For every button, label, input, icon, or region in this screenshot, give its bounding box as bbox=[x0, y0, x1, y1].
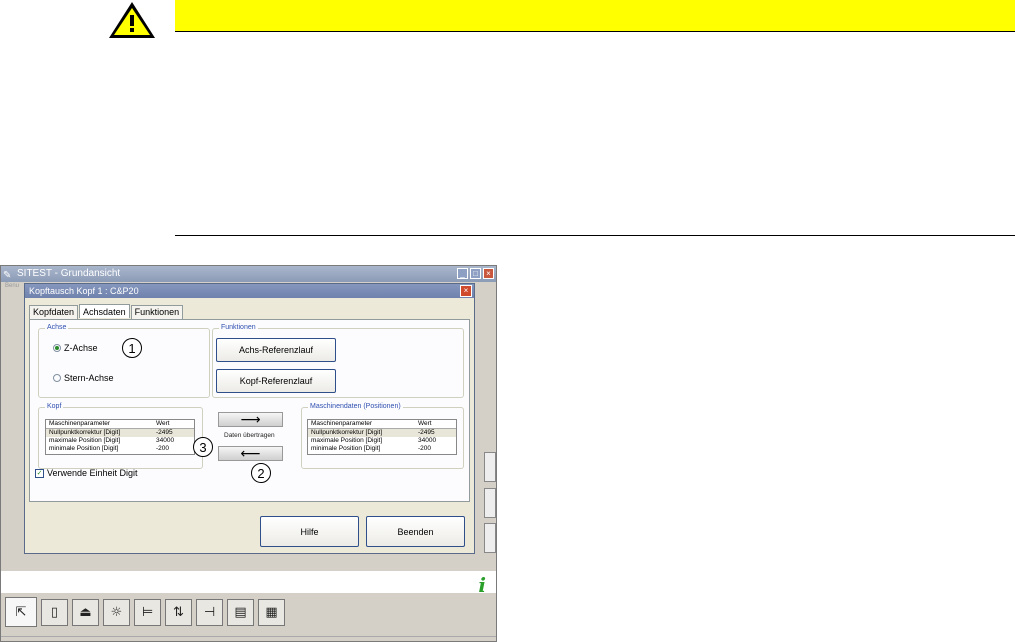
table-row[interactable]: Nullpunktkorrektur [Digit] -2495 bbox=[308, 429, 456, 437]
status-line bbox=[1, 636, 496, 637]
table-cell: minimale Position [Digit] bbox=[49, 445, 119, 452]
achse-group: Achse Z-Achse Stern-Achse bbox=[38, 323, 210, 398]
table-row[interactable]: minimale Position [Digit] -200 bbox=[308, 445, 456, 453]
grid-icon[interactable]: ▤ bbox=[227, 598, 254, 626]
sun-icon[interactable]: ☼ bbox=[103, 598, 130, 626]
pointer-icon[interactable]: ⇱ bbox=[5, 597, 37, 627]
dialog-titlebar: Kopftausch Kopf 1 : C&P20 × bbox=[25, 284, 474, 298]
transfer-left-button[interactable]: ⟵ bbox=[218, 446, 283, 461]
table-row[interactable]: minimale Position [Digit] -200 bbox=[46, 445, 194, 453]
column-header: Maschinenparameter bbox=[49, 420, 111, 427]
radio-z-achse[interactable]: Z-Achse bbox=[53, 343, 98, 353]
lift-icon[interactable]: ⇅ bbox=[165, 598, 192, 626]
kopftausch-dialog: Kopftausch Kopf 1 : C&P20 × Kopfdaten Ac… bbox=[24, 283, 475, 554]
table-cell: Nullpunktkorrektur [Digit] bbox=[311, 429, 383, 436]
table-cell: Nullpunktkorrektur [Digit] bbox=[49, 429, 121, 436]
table-cell: 34000 bbox=[156, 437, 175, 444]
column-header: Maschinenparameter bbox=[311, 420, 373, 427]
callout-1: 1 bbox=[122, 338, 142, 358]
verwende-digit-checkbox[interactable]: ✓ Verwende Einheit Digit bbox=[35, 468, 138, 478]
beenden-button[interactable]: Beenden bbox=[366, 516, 465, 547]
conveyor-icon[interactable]: ⊨ bbox=[134, 598, 161, 626]
dialog-title: Kopftausch Kopf 1 : C&P20 bbox=[29, 286, 139, 296]
table-header: Maschinenparameter Wert bbox=[46, 420, 194, 429]
radio-label: Stern-Achse bbox=[64, 373, 114, 383]
warning-triangle-icon bbox=[109, 2, 155, 38]
table-cell: maximale Position [Digit] bbox=[311, 437, 383, 444]
transfer-label: Daten übertragen bbox=[224, 432, 275, 439]
radio-label: Z-Achse bbox=[64, 343, 98, 353]
app-title: SITEST - Grundansicht bbox=[17, 268, 121, 279]
minimize-button[interactable]: _ bbox=[457, 268, 468, 279]
dialog-close-button[interactable]: × bbox=[460, 285, 472, 297]
warning-bar bbox=[175, 0, 1015, 32]
kopf-table: Maschinenparameter Wert Nullpunktkorrekt… bbox=[45, 419, 195, 455]
radio-stern-achse[interactable]: Stern-Achse bbox=[53, 373, 114, 383]
column-header: Wert bbox=[418, 420, 432, 427]
transfer-right-button[interactable]: ⟶ bbox=[218, 412, 283, 427]
table-header: Maschinenparameter Wert bbox=[308, 420, 456, 429]
matrix-icon[interactable]: ▦ bbox=[258, 598, 285, 626]
table-cell: -200 bbox=[418, 445, 432, 452]
kopf-group-label: Kopf bbox=[45, 402, 64, 412]
achse-group-label: Achse bbox=[45, 323, 69, 333]
side-button[interactable] bbox=[484, 452, 496, 482]
maschinendaten-group: Maschinendaten (Positionen) Maschinenpar… bbox=[301, 402, 464, 469]
press-icon[interactable]: ⏏ bbox=[72, 598, 99, 626]
table-row[interactable]: maximale Position [Digit] 34000 bbox=[46, 437, 194, 445]
tab-achsdaten[interactable]: Achsdaten bbox=[79, 304, 130, 318]
table-cell: -2495 bbox=[418, 429, 435, 436]
radio-selected-icon bbox=[53, 344, 61, 352]
tab-bar: Kopfdaten Achsdaten Funktionen bbox=[29, 304, 184, 319]
table-cell: minimale Position [Digit] bbox=[311, 445, 381, 452]
side-button[interactable] bbox=[484, 523, 496, 553]
table-cell: -200 bbox=[156, 445, 170, 452]
table-cell: 34000 bbox=[418, 437, 437, 444]
table-row[interactable]: maximale Position [Digit] 34000 bbox=[308, 437, 456, 445]
maschinendaten-table: Maschinenparameter Wert Nullpunktkorrekt… bbox=[307, 419, 457, 455]
side-button[interactable] bbox=[484, 488, 496, 518]
status-strip bbox=[1, 571, 496, 593]
table-cell: -2495 bbox=[156, 429, 173, 436]
section-divider bbox=[175, 235, 1015, 236]
funktionen-group: Funktionen Achs-Referenzlauf Kopf-Refere… bbox=[212, 323, 464, 398]
tab-funktionen[interactable]: Funktionen bbox=[130, 305, 184, 319]
axis-icon[interactable]: ⊣ bbox=[196, 598, 223, 626]
kopf-group: Kopf Maschinenparameter Wert Nullpunktko… bbox=[38, 402, 203, 469]
toolbar: ⇱ ▯ ⏏ ☼ ⊨ ⇅ ⊣ ▤ ▦ bbox=[5, 596, 285, 628]
table-cell: maximale Position [Digit] bbox=[49, 437, 121, 444]
radio-unselected-icon bbox=[53, 374, 61, 382]
checkbox-checked-icon: ✓ bbox=[35, 468, 44, 478]
device-icon[interactable]: ▯ bbox=[41, 598, 68, 626]
maschinendaten-group-label: Maschinendaten (Positionen) bbox=[308, 402, 403, 412]
app-titlebar: ✎ SITEST - Grundansicht _ □ × bbox=[1, 266, 496, 282]
app-close-button[interactable]: × bbox=[483, 268, 494, 279]
tab-kopfdaten[interactable]: Kopfdaten bbox=[29, 305, 79, 319]
funktionen-group-label: Funktionen bbox=[219, 323, 258, 333]
column-header: Wert bbox=[156, 420, 170, 427]
achs-referenzlauf-button[interactable]: Achs-Referenzlauf bbox=[216, 338, 336, 362]
kopf-referenzlauf-button[interactable]: Kopf-Referenzlauf bbox=[216, 369, 336, 393]
callout-2: 2 bbox=[251, 463, 271, 483]
app-window: ✎ SITEST - Grundansicht _ □ × Benu i ⇱ ▯… bbox=[0, 265, 497, 642]
table-row[interactable]: Nullpunktkorrektur [Digit] -2495 bbox=[46, 429, 194, 437]
checkbox-label: Verwende Einheit Digit bbox=[47, 468, 138, 478]
hilfe-button[interactable]: Hilfe bbox=[260, 516, 359, 547]
info-icon[interactable]: i bbox=[478, 573, 486, 597]
maximize-button[interactable]: □ bbox=[470, 268, 481, 279]
callout-3: 3 bbox=[193, 437, 213, 457]
